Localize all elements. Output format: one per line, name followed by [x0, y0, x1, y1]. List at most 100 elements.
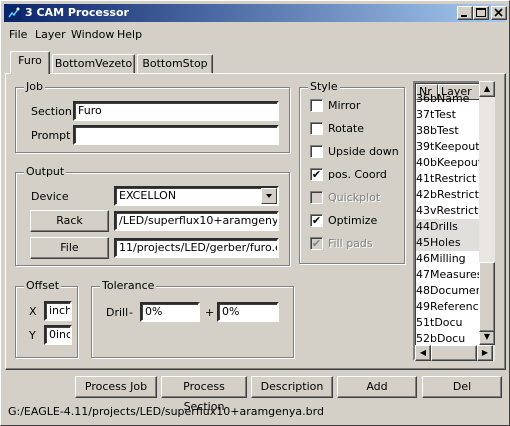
- layer-name: bTest: [430, 124, 459, 137]
- close-button[interactable]: [491, 6, 507, 20]
- app-icon: [7, 6, 21, 20]
- pos-coord-label: pos. Coord: [328, 168, 387, 181]
- file-input[interactable]: 11/projects/LED/gerber/furo.exc: [114, 238, 279, 258]
- layer-nr: 47: [416, 268, 430, 281]
- menu-layer[interactable]: Layer: [35, 28, 66, 41]
- layer-nr: 40: [416, 156, 430, 169]
- layer-row[interactable]: 48Document: [416, 283, 482, 299]
- del-button[interactable]: Del: [422, 376, 502, 398]
- pos-coord-checkbox[interactable]: ✔: [310, 168, 323, 181]
- device-dropdown-button[interactable]: [261, 188, 277, 204]
- layer-nr: 36: [416, 92, 430, 105]
- quickplot-label: Quickplot: [328, 191, 381, 204]
- layer-name: tRestrict: [430, 172, 477, 185]
- layer-row[interactable]: 36bName: [416, 91, 482, 107]
- drill-label: Drill: [106, 306, 129, 319]
- tab-bottomvezeto[interactable]: BottomVezeto: [52, 54, 135, 74]
- output-label: Output: [24, 165, 67, 178]
- offset-x-input[interactable]: inch: [44, 301, 72, 321]
- device-select[interactable]: EXCELLON: [114, 186, 279, 206]
- prompt-label: Prompt: [31, 129, 71, 142]
- rack-input[interactable]: /LED/superflux10+aramgenya.drl: [114, 211, 279, 231]
- mirror-checkbox[interactable]: [310, 99, 323, 112]
- layer-list-hscrollbar[interactable]: ◀ ▶: [415, 345, 495, 361]
- layer-row[interactable]: 37tTest: [416, 107, 482, 123]
- layer-name: tKeepout: [430, 140, 480, 153]
- layer-row[interactable]: 49Reference: [416, 299, 482, 315]
- layer-name: Reference: [430, 300, 482, 313]
- scroll-right-button[interactable]: ▶: [477, 345, 493, 361]
- offset-y-input[interactable]: 0inch: [44, 325, 72, 345]
- fill-pads-checkbox: ✔: [310, 237, 323, 250]
- section-input[interactable]: Furo: [73, 101, 279, 121]
- checkmark-icon: ✔: [311, 168, 322, 181]
- scroll-up-button[interactable]: ▲: [479, 81, 495, 97]
- layer-row[interactable]: 40bKeepout: [416, 155, 482, 171]
- optimize-checkbox[interactable]: ✔: [310, 214, 323, 227]
- layer-nr: 46: [416, 252, 430, 265]
- layer-row[interactable]: 44Drills: [416, 219, 482, 235]
- layer-row[interactable]: 47Measures: [416, 267, 482, 283]
- menu-window[interactable]: Window: [71, 28, 114, 41]
- rotate-checkbox[interactable]: [310, 122, 323, 135]
- minimize-button[interactable]: [457, 6, 473, 20]
- layer-name: Document: [430, 284, 482, 297]
- menu-help[interactable]: Help: [117, 28, 142, 41]
- close-icon: [494, 8, 503, 17]
- layer-nr: 48: [416, 284, 430, 297]
- offset-group: Offset: [15, 279, 78, 358]
- scroll-thumb[interactable]: [479, 262, 495, 332]
- layer-nr: 44: [416, 220, 430, 233]
- title-bar[interactable]: 3 CAM Processor: [4, 4, 507, 22]
- job-label: Job: [24, 80, 45, 93]
- add-button[interactable]: Add: [337, 376, 417, 398]
- file-button[interactable]: File: [30, 237, 109, 259]
- layer-row[interactable]: 41tRestrict: [416, 171, 482, 187]
- offset-label: Offset: [24, 279, 62, 292]
- layer-nr: 49: [416, 300, 430, 313]
- layer-name: Milling: [430, 252, 466, 265]
- layer-name: Holes: [430, 236, 461, 249]
- prompt-input[interactable]: [73, 125, 279, 145]
- layer-name: Measures: [430, 268, 482, 281]
- layer-name: vRestrict: [430, 204, 479, 217]
- process-section-button[interactable]: Process Section: [161, 376, 247, 413]
- description-button[interactable]: Description: [251, 376, 333, 398]
- process-job-button[interactable]: Process Job: [75, 376, 157, 398]
- menu-bar: File Layer Window Help: [4, 25, 506, 43]
- layer-name: bRestrict: [430, 188, 479, 201]
- layer-row[interactable]: 38bTest: [416, 123, 482, 139]
- offset-x-label: X: [29, 305, 37, 318]
- mirror-label: Mirror: [328, 99, 361, 112]
- optimize-label: Optimize: [328, 214, 378, 227]
- scroll-left-button[interactable]: ◀: [415, 345, 431, 361]
- layer-row[interactable]: 42bRestrict: [416, 187, 482, 203]
- layer-row[interactable]: 43vRestrict: [416, 203, 482, 219]
- tab-furo[interactable]: Furo: [10, 51, 50, 74]
- device-value: EXCELLON: [119, 189, 177, 202]
- menu-file[interactable]: File: [9, 28, 27, 41]
- layer-name: bKeepout: [430, 156, 482, 169]
- checkmark-icon: ✔: [311, 214, 322, 227]
- upside-down-label: Upside down: [328, 145, 399, 158]
- rack-button[interactable]: Rack: [30, 210, 109, 232]
- tab-bottomstop[interactable]: BottomStop: [137, 54, 213, 74]
- tolerance-label: Tolerance: [100, 279, 157, 292]
- layer-name: bName: [430, 92, 470, 105]
- style-label: Style: [308, 80, 340, 93]
- maximize-button[interactable]: [473, 6, 489, 20]
- upside-down-checkbox[interactable]: [310, 145, 323, 158]
- layer-row[interactable]: 39tKeepout: [416, 139, 482, 155]
- layer-row[interactable]: 46Milling: [416, 251, 482, 267]
- layer-nr: 43: [416, 204, 430, 217]
- tolerance-plus-input[interactable]: 0%: [217, 302, 279, 322]
- section-label: Section: [31, 105, 72, 118]
- layer-name: tDocu: [430, 316, 463, 329]
- window-title: 3 CAM Processor: [25, 6, 129, 19]
- layer-list-scrollbar[interactable]: ▲ ▼: [479, 81, 495, 345]
- layer-row[interactable]: 51tDocu: [416, 315, 482, 331]
- tolerance-minus-input[interactable]: 0%: [140, 302, 200, 322]
- layer-row[interactable]: 45Holes: [416, 235, 482, 251]
- layer-name: Drills: [430, 220, 458, 233]
- hscroll-thumb[interactable]: [431, 345, 477, 361]
